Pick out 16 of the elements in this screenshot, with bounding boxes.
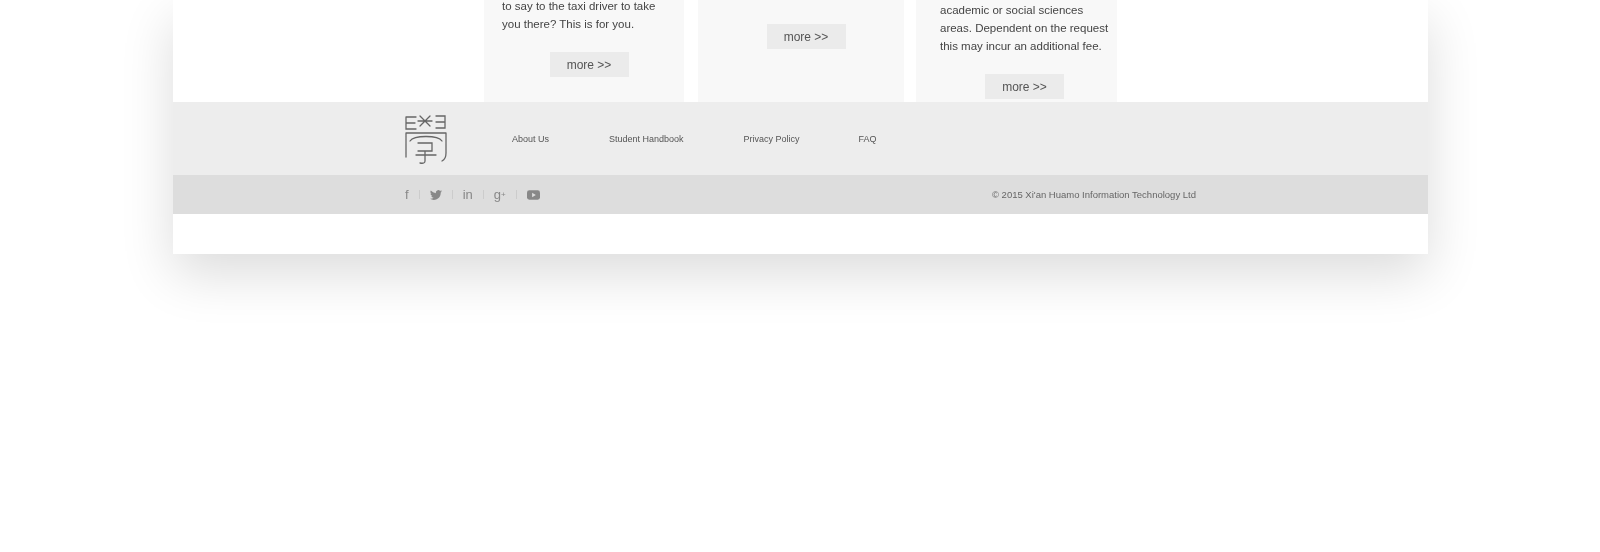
card-text: to say to the taxi driver to take <box>502 0 656 14</box>
card-text: you there? This is for you. <box>502 17 635 32</box>
card-text: academic or social sciences <box>940 3 1084 18</box>
more-button[interactable]: more >> <box>549 52 629 77</box>
youtube-icon[interactable] <box>526 189 540 200</box>
card-text: this may incur an additional fee. <box>940 39 1102 54</box>
copyright-text: © 2015 Xi'an Huamo Information Technology Ltd <box>991 189 1196 200</box>
more-button[interactable]: more >> <box>766 24 846 49</box>
logo-icon <box>404 112 448 165</box>
twitter-icon[interactable] <box>429 189 442 200</box>
more-button[interactable]: more >> <box>985 74 1064 99</box>
footer-link[interactable]: Privacy Policy <box>743 133 800 144</box>
footer-link[interactable]: FAQ <box>858 133 877 144</box>
footer-link[interactable]: About Us <box>512 133 550 144</box>
footer-link[interactable]: Student Handbook <box>609 133 684 144</box>
card-text: areas. Dependent on the request <box>940 21 1109 36</box>
